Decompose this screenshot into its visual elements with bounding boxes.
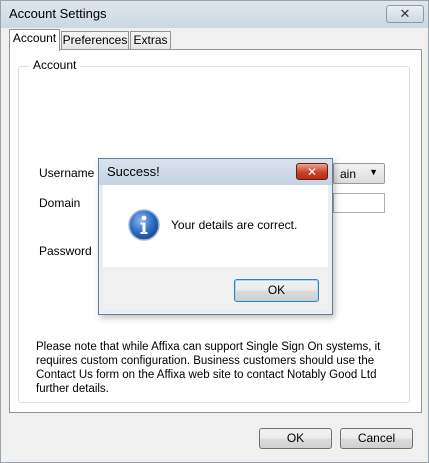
domain-label: Domain: [39, 196, 81, 210]
close-icon: ✕: [306, 164, 318, 179]
dialog-titlebar[interactable]: Success! ✕: [99, 159, 332, 185]
password-label: Password: [39, 244, 92, 258]
sso-note: Please note that while Affixa can suppor…: [36, 341, 381, 395]
ok-button[interactable]: OK: [259, 428, 332, 449]
tab-account[interactable]: Account: [9, 29, 60, 51]
username-label: Username: [39, 166, 95, 180]
chevron-down-icon: ▼: [369, 167, 378, 177]
window-close-button[interactable]: ✕: [386, 5, 424, 23]
tab-extras[interactable]: Extras: [130, 31, 171, 50]
dialog-ok-button[interactable]: OK: [234, 279, 319, 302]
info-icon: [128, 209, 160, 241]
success-dialog: Success! ✕ Your details are correct. OK: [98, 158, 333, 315]
domain-field[interactable]: [333, 193, 385, 213]
tab-preferences[interactable]: Preferences: [61, 31, 129, 50]
domain-combo-value: ain: [340, 167, 357, 181]
groupbox-title: Account: [29, 58, 81, 72]
window-titlebar[interactable]: Account Settings ✕: [1, 1, 428, 28]
domain-combo[interactable]: ain ▼: [333, 163, 385, 184]
dialog-close-button[interactable]: ✕: [296, 163, 328, 180]
dialog-message: Your details are correct.: [171, 218, 298, 232]
cancel-button[interactable]: Cancel: [340, 428, 413, 449]
dialog-body: Your details are correct.: [103, 185, 328, 267]
window-title: Account Settings: [9, 6, 107, 21]
dialog-title: Success!: [107, 164, 160, 179]
close-icon: ✕: [399, 6, 411, 21]
dialog-footer: OK: [103, 267, 328, 310]
